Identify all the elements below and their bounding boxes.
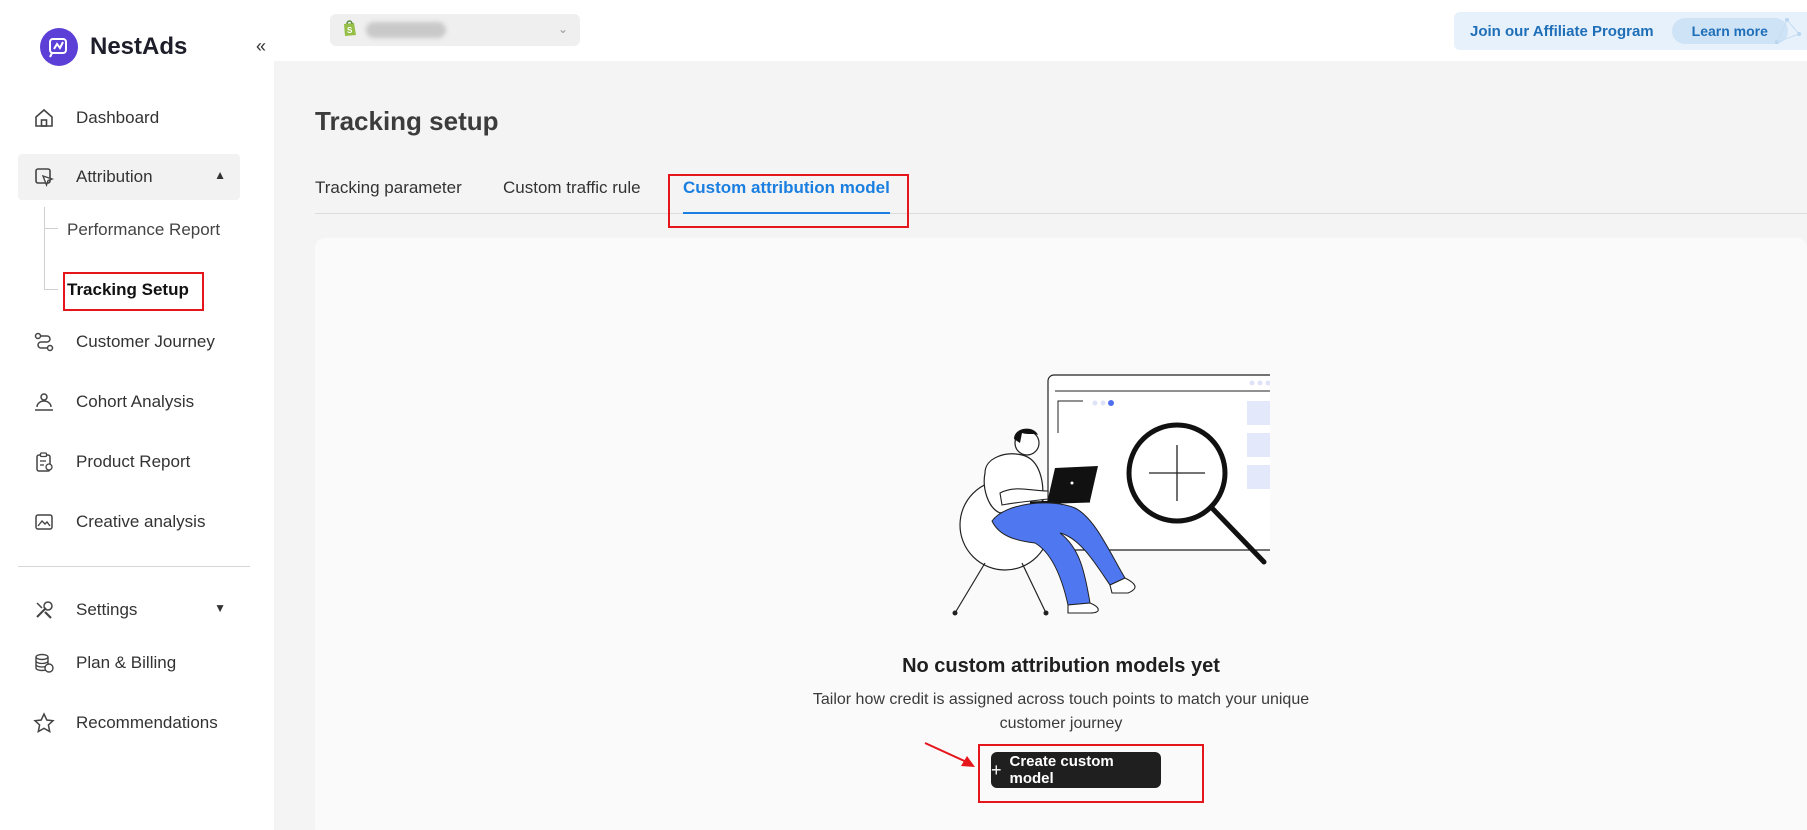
- collapse-sidebar-icon[interactable]: «: [256, 36, 266, 57]
- sidebar-subitem-performance-report[interactable]: Performance Report: [67, 220, 220, 240]
- sidebar-item-recommendations[interactable]: Recommendations: [18, 700, 240, 746]
- network-pattern-icon: [1775, 18, 1801, 44]
- home-icon: [32, 106, 56, 130]
- sidebar-item-product-report[interactable]: Product Report: [18, 439, 240, 485]
- arrow-annotation-icon: [924, 742, 975, 767]
- tree-connector: [44, 228, 58, 229]
- sidebar-item-cohort-analysis[interactable]: Cohort Analysis: [18, 379, 240, 425]
- empty-state-title: No custom attribution models yet: [902, 655, 1220, 677]
- tree-connector: [44, 207, 58, 289]
- tools-icon: [32, 598, 56, 622]
- create-custom-model-label: Create custom model: [1009, 753, 1114, 787]
- svg-text:S: S: [347, 26, 353, 35]
- clipboard-icon: [32, 450, 56, 474]
- brand-name: NestAds: [90, 33, 188, 60]
- chevron-down-icon: ⌄: [557, 22, 568, 36]
- sidebar: NestAds « Dashboard Attribution ▲ Perfor…: [0, 0, 274, 830]
- sidebar-item-label: Plan & Billing: [76, 653, 177, 672]
- shopify-icon: S: [342, 19, 358, 42]
- sidebar-item-label: Attribution: [76, 167, 153, 186]
- sidebar-item-settings[interactable]: Settings ▼: [18, 587, 240, 633]
- plus-icon: +: [991, 759, 1002, 780]
- sidebar-item-creative-analysis[interactable]: Creative analysis: [18, 499, 240, 545]
- sidebar-item-label: Product Report: [76, 452, 191, 471]
- coins-icon: [32, 651, 56, 675]
- sidebar-item-attribution[interactable]: Attribution ▲: [18, 154, 240, 200]
- sidebar-item-label: Settings: [76, 600, 138, 619]
- tab-custom-traffic-rule[interactable]: Custom traffic rule: [503, 178, 641, 214]
- sidebar-item-plan-billing[interactable]: Plan & Billing: [18, 640, 240, 686]
- page-title: Tracking setup: [315, 106, 499, 136]
- sidebar-item-label: Creative analysis: [76, 512, 206, 531]
- chevron-up-icon: ▲: [214, 168, 226, 182]
- sidebar-item-dashboard[interactable]: Dashboard: [18, 95, 240, 141]
- create-custom-model-button[interactable]: + Create custom model: [991, 752, 1161, 788]
- tree-connector: [44, 289, 58, 290]
- nestads-logo-icon: [40, 28, 78, 66]
- cursor-icon: [32, 165, 56, 189]
- sidebar-subitem-tracking-setup[interactable]: Tracking Setup: [67, 280, 189, 300]
- star-icon: [32, 711, 56, 735]
- tab-tracking-parameter[interactable]: Tracking parameter: [315, 178, 462, 214]
- sidebar-item-label: Cohort Analysis: [76, 392, 195, 411]
- users-icon: [32, 390, 56, 414]
- empty-state-card: No custom attribution models yet Tailor …: [315, 238, 1807, 830]
- empty-state-illustration: [952, 374, 1270, 616]
- affiliate-banner: Join our Affiliate Program Learn more: [1454, 12, 1807, 50]
- sidebar-divider: [18, 566, 250, 567]
- sidebar-item-label: Customer Journey: [76, 332, 215, 351]
- route-icon: [32, 330, 56, 354]
- empty-state-description: Tailor how credit is assigned across tou…: [812, 691, 1310, 732]
- tab-custom-attribution-model[interactable]: Custom attribution model: [683, 178, 890, 214]
- brand-logo[interactable]: NestAds: [40, 28, 187, 66]
- sidebar-item-customer-journey[interactable]: Customer Journey: [18, 319, 240, 365]
- sidebar-item-label: Recommendations: [76, 713, 218, 732]
- store-name-redacted: [366, 22, 446, 38]
- tab-bar: Tracking parameter Custom traffic rule C…: [315, 178, 1807, 214]
- chevron-down-icon: ▼: [214, 601, 226, 615]
- image-icon: [32, 510, 56, 534]
- store-selector[interactable]: S ⌄: [330, 14, 580, 46]
- affiliate-text: Join our Affiliate Program: [1470, 22, 1654, 40]
- sidebar-item-label: Dashboard: [76, 108, 160, 127]
- top-bar: S ⌄ Join our Affiliate Program Learn mor…: [274, 0, 1807, 61]
